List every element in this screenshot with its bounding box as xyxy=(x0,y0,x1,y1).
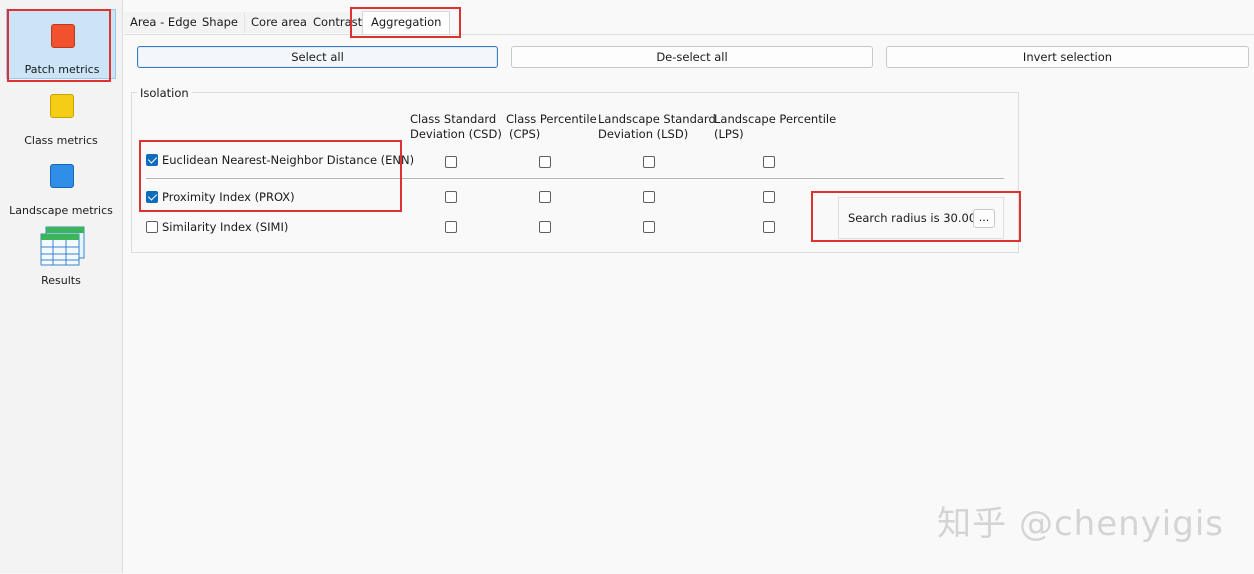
prox-lps-checkbox[interactable] xyxy=(763,191,775,203)
tab-aggregation[interactable]: Aggregation xyxy=(362,11,451,35)
simi-cps-checkbox[interactable] xyxy=(539,221,551,233)
group-title: Isolation xyxy=(137,86,192,100)
blue-square-icon xyxy=(50,164,74,188)
column-header-cps: Class Percentile (CPS) xyxy=(506,112,597,142)
column-header-lsd: Landscape Standard Deviation (LSD) xyxy=(598,112,716,142)
nav-item-landscape-metrics[interactable]: Landscape metrics xyxy=(6,150,116,220)
yellow-square-icon xyxy=(50,94,74,118)
column-header-csd: Class Standard Deviation (CSD) xyxy=(410,112,502,142)
prox-csd-checkbox[interactable] xyxy=(445,191,457,203)
simi-csd-checkbox[interactable] xyxy=(445,221,457,233)
tab-core-area[interactable]: Core area xyxy=(245,12,314,33)
nav-item-label: Results xyxy=(41,274,81,287)
column-header-line: Class Percentile xyxy=(506,112,597,126)
enn-label: Euclidean Nearest-Neighbor Distance (ENN… xyxy=(162,153,415,167)
nav-item-label: Landscape metrics xyxy=(9,204,113,217)
search-radius-text: Search radius is 30.00. xyxy=(848,211,980,225)
simi-checkbox[interactable] xyxy=(146,221,158,233)
enn-checkbox[interactable] xyxy=(146,154,158,166)
tab-shape[interactable]: Shape xyxy=(196,12,246,33)
nav-item-class-metrics[interactable]: Class metrics xyxy=(6,80,116,150)
enn-lsd-checkbox[interactable] xyxy=(643,156,655,168)
invert-selection-button[interactable]: Invert selection xyxy=(886,46,1249,68)
prox-label: Proximity Index (PROX) xyxy=(162,190,295,204)
column-header-line: Landscape Percentile xyxy=(714,112,837,126)
prox-cps-checkbox[interactable] xyxy=(539,191,551,203)
simi-lsd-checkbox[interactable] xyxy=(643,221,655,233)
simi-label: Similarity Index (SIMI) xyxy=(162,220,289,234)
red-square-icon xyxy=(51,24,75,48)
enn-cps-checkbox[interactable] xyxy=(539,156,551,168)
nav-item-label: Class metrics xyxy=(24,134,98,147)
column-header-line: Class Standard xyxy=(410,112,497,126)
tab-bar: Area - Edge Shape Core area Contrast Agg… xyxy=(124,11,464,35)
nav-item-patch-metrics[interactable]: Patch metrics xyxy=(6,9,116,79)
column-header-line: Deviation (LSD) xyxy=(598,127,689,141)
column-header-line: (CPS) xyxy=(509,127,541,141)
column-header-lps: Landscape Percentile (LPS) xyxy=(714,112,836,142)
tab-area-edge[interactable]: Area - Edge xyxy=(124,12,204,33)
search-radius-edit-button[interactable]: ... xyxy=(973,209,995,228)
search-radius-panel: Search radius is 30.00. ... xyxy=(838,197,1004,239)
deselect-all-button[interactable]: De-select all xyxy=(511,46,873,68)
nav-item-results[interactable]: Results xyxy=(6,220,116,290)
simi-lps-checkbox[interactable] xyxy=(763,221,775,233)
column-header-line: (LPS) xyxy=(714,127,744,141)
column-header-line: Deviation (CSD) xyxy=(410,127,502,141)
column-header-line: Landscape Standard xyxy=(598,112,716,126)
prox-checkbox[interactable] xyxy=(146,191,158,203)
watermark: 知乎 @chenyigis xyxy=(937,504,1224,544)
left-nav: Patch metrics Class metrics Landscape me… xyxy=(0,0,123,573)
nav-item-label: Patch metrics xyxy=(24,63,100,76)
enn-csd-checkbox[interactable] xyxy=(445,156,457,168)
tab-contrast[interactable]: Contrast xyxy=(307,12,370,33)
row-divider xyxy=(146,178,1004,179)
enn-lps-checkbox[interactable] xyxy=(763,156,775,168)
select-all-button[interactable]: Select all xyxy=(137,46,498,68)
prox-lsd-checkbox[interactable] xyxy=(643,191,655,203)
table-grid-icon xyxy=(40,226,85,266)
